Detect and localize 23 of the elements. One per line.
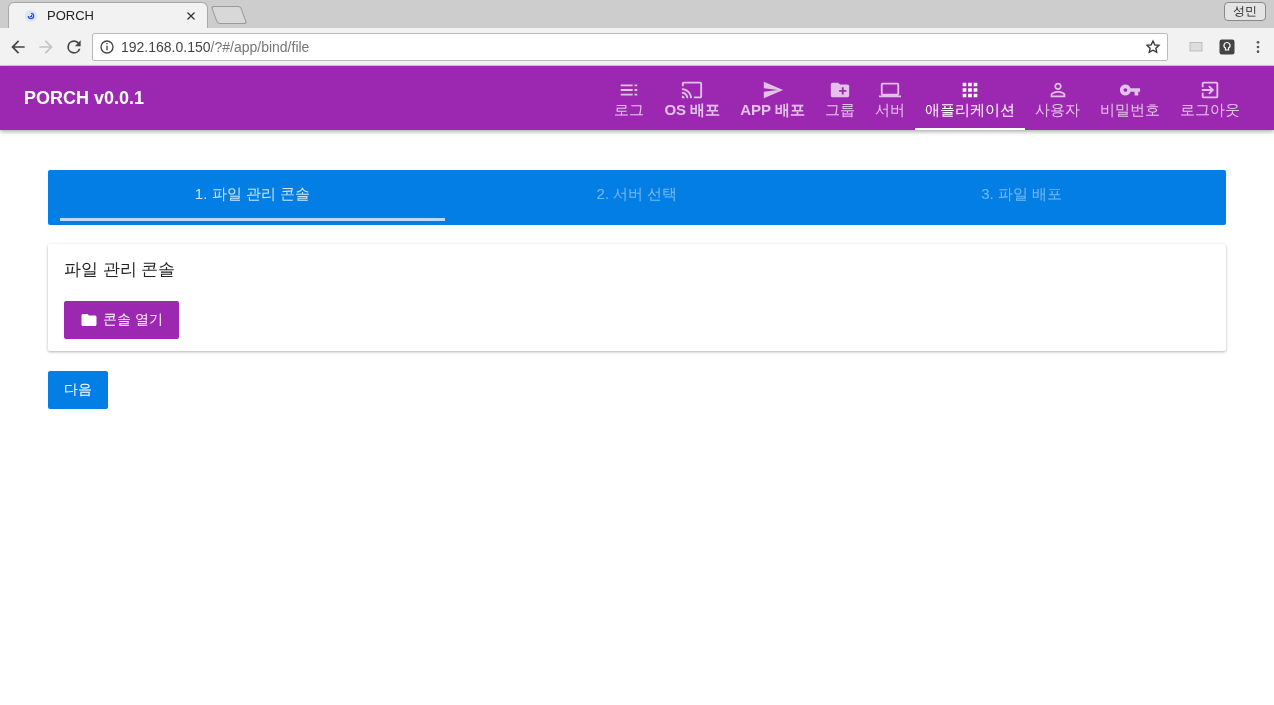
card-title: 파일 관리 콘솔 xyxy=(64,259,176,281)
nav-tab[interactable]: OS 배포 xyxy=(654,66,731,130)
close-icon[interactable] xyxy=(185,9,197,22)
nav-tab[interactable]: 서버 xyxy=(865,66,915,130)
nav-tab[interactable]: 비밀번호 xyxy=(1090,66,1170,130)
folder-icon xyxy=(80,311,98,329)
nav-tab[interactable]: APP 배포 xyxy=(730,66,815,130)
nav-tab[interactable]: 로그 xyxy=(604,66,655,130)
bulb-icon[interactable] xyxy=(1218,37,1236,56)
star-icon[interactable] xyxy=(1145,38,1161,55)
step-tab[interactable]: 1. 파일 관리 콘솔 xyxy=(60,170,445,221)
open-console-button[interactable]: 콘솔 열기 xyxy=(64,301,179,339)
nav-tab[interactable]: 로그아웃 xyxy=(1170,66,1250,130)
swirl-icon xyxy=(23,7,39,24)
browser-tab[interactable]: PORCH xyxy=(8,2,208,28)
nav-tab[interactable]: 사용자 xyxy=(1025,66,1090,130)
info-icon xyxy=(99,38,115,55)
next-button[interactable]: 다음 xyxy=(48,371,108,409)
nav-tab[interactable]: 애플리케이션 xyxy=(915,66,1025,130)
profile-button[interactable]: 성민 xyxy=(1224,2,1266,21)
tab-title: PORCH xyxy=(47,8,95,23)
nav-tab[interactable]: 그룹 xyxy=(815,66,865,130)
app-title: PORCH v0.0.1 xyxy=(24,87,146,109)
